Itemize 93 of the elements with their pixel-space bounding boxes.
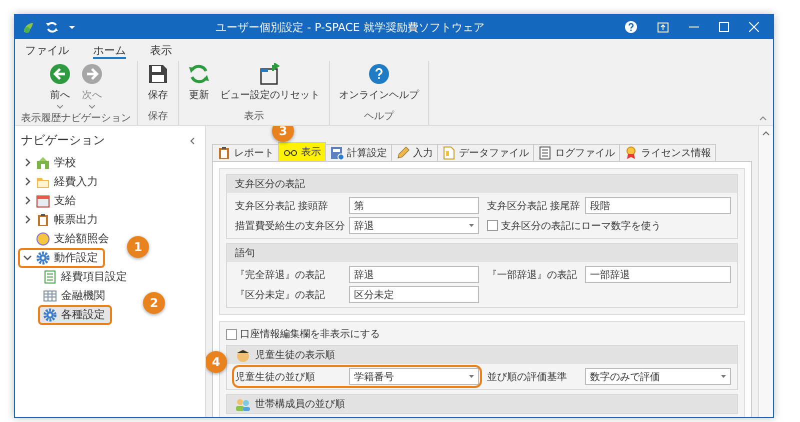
navigation-item[interactable]: 各種設定: [39, 306, 111, 324]
field-label: 措置費受給生の支弁区分: [235, 220, 346, 232]
navigation-item[interactable]: 学校: [19, 154, 82, 172]
callout-number: 2: [143, 292, 165, 314]
ribbon-button[interactable]: ビュー設定のリセット: [217, 61, 323, 104]
collapsed-chevron-icon: [23, 196, 32, 205]
checkbox[interactable]: [226, 328, 237, 340]
ribbon-button[interactable]: 前へ: [46, 61, 74, 111]
collapsed-chevron-icon: [23, 215, 32, 224]
settings-tab[interactable]: 入力: [391, 144, 438, 161]
gear-icon: [43, 308, 57, 322]
family-icon: [235, 397, 251, 411]
settings-tab[interactable]: 表示: [278, 142, 326, 161]
ribbon-group-label: 表示: [244, 110, 264, 124]
collapse-ribbon-icon: [759, 115, 767, 121]
checkbox[interactable]: [487, 220, 498, 231]
pin-icon: [657, 22, 669, 32]
student-icon: [235, 348, 251, 362]
ribbon-tab[interactable]: 表示: [150, 43, 172, 59]
text-field[interactable]: 区分未定: [349, 286, 479, 303]
dropdown-caret-icon: [69, 26, 75, 28]
navigation-title: ナビゲーション: [21, 132, 105, 149]
settings-tab[interactable]: 計算設定: [325, 144, 392, 161]
collapsed-chevron-icon: [23, 177, 32, 186]
text-field[interactable]: 第: [349, 197, 479, 214]
dropdown-caret-icon: [721, 375, 726, 378]
settings-tab[interactable]: データファイル: [437, 144, 534, 161]
clipboard-icon: [217, 146, 231, 160]
navigation-item[interactable]: 支給: [19, 192, 82, 210]
checkbox-label: 支弁区分の表記にローマ数字を使う: [501, 220, 661, 232]
calendar-icon: [36, 194, 50, 208]
navigation-item[interactable]: 経費項目設定: [39, 268, 133, 286]
refresh-icon: [188, 63, 210, 85]
navigation-item[interactable]: 経費入力: [19, 172, 104, 190]
clipboard-icon: [36, 212, 50, 226]
ribbon-group-label: ヘルプ: [364, 110, 394, 124]
help-icon: [625, 21, 637, 33]
field-label: 『区分未定』の表記: [235, 288, 326, 302]
field-label: 並び順の評価基準: [487, 370, 568, 384]
text-field[interactable]: 段階: [585, 197, 731, 214]
dropdown-field[interactable]: 学籍番号: [349, 368, 479, 385]
help-icon: [368, 63, 390, 85]
navigation-item[interactable]: 帳票出力: [19, 210, 104, 228]
sheet-icon: [43, 270, 57, 284]
dropdown-field[interactable]: 辞退: [349, 217, 479, 234]
callout-number: 1: [127, 236, 149, 258]
callout-number: 4: [206, 351, 227, 373]
field-label: 支弁区分表記 接頭辞: [235, 200, 330, 212]
ribbon-group-label: 表示履歴ナビゲーション: [21, 112, 131, 126]
navigation-item[interactable]: 金融機関: [39, 286, 111, 304]
scrollbar[interactable]: [758, 126, 773, 417]
group-header: 児童生徒の表示順: [227, 346, 737, 364]
gear-icon: [36, 250, 50, 264]
ribbon-group-label: 保存: [148, 110, 168, 124]
field-label: 児童生徒の並び順: [235, 370, 316, 384]
dropdown-caret-icon: [469, 375, 474, 378]
medal-icon: [624, 146, 638, 160]
school-icon: [36, 156, 50, 170]
ribbon-tab[interactable]: ファイル: [25, 43, 69, 59]
dropdown-caret-icon: [469, 224, 474, 227]
checkbox-label: 口座情報編集欄を非表示にする: [240, 328, 380, 341]
app-logo-icon: [21, 20, 35, 34]
save-icon: [147, 63, 169, 85]
settings-tab[interactable]: レポート: [212, 144, 279, 161]
coin-icon: [36, 232, 50, 246]
group-header: 語句: [227, 244, 737, 262]
ribbon-button[interactable]: オンラインヘルプ: [336, 61, 422, 104]
field-label: 『完全辞退』の表記: [235, 268, 326, 282]
scroll-up-icon: [762, 130, 770, 136]
field-label: 『一部辞退』の表記: [487, 268, 578, 282]
navigation-item[interactable]: 支給額照会: [19, 230, 115, 248]
reset-view-icon: [259, 63, 281, 85]
ribbon-button[interactable]: 保存: [144, 61, 172, 104]
callout-number: 3: [272, 126, 294, 142]
field-label: 支弁区分表記 接尾辞: [487, 200, 582, 212]
dropdown-field[interactable]: 数字のみで評価: [585, 368, 731, 385]
group-header: 支弁区分の表記: [227, 175, 737, 193]
expanded-chevron-icon: [23, 253, 32, 262]
settings-tab[interactable]: ライセンス情報: [619, 144, 716, 161]
text-field[interactable]: 辞退: [349, 266, 479, 283]
table-icon: [43, 288, 57, 302]
ribbon-tab[interactable]: ホーム: [93, 43, 126, 59]
collapse-icon: [188, 136, 197, 146]
text-field[interactable]: 一部辞退: [585, 266, 731, 283]
settings-tab[interactable]: ログファイル: [533, 144, 620, 161]
ribbon-button[interactable]: 更新: [185, 61, 213, 104]
group-header: 世帯構成員の並び順: [227, 395, 737, 413]
maximize-icon: [719, 22, 729, 32]
navigation-item[interactable]: 動作設定: [19, 248, 104, 266]
window-title: ユーザー個別設定 - P-SPACE 就学奨励費ソフトウェア: [214, 20, 486, 34]
close-icon: [749, 22, 759, 32]
refresh-icon: [45, 20, 59, 34]
collapsed-chevron-icon: [23, 158, 32, 167]
